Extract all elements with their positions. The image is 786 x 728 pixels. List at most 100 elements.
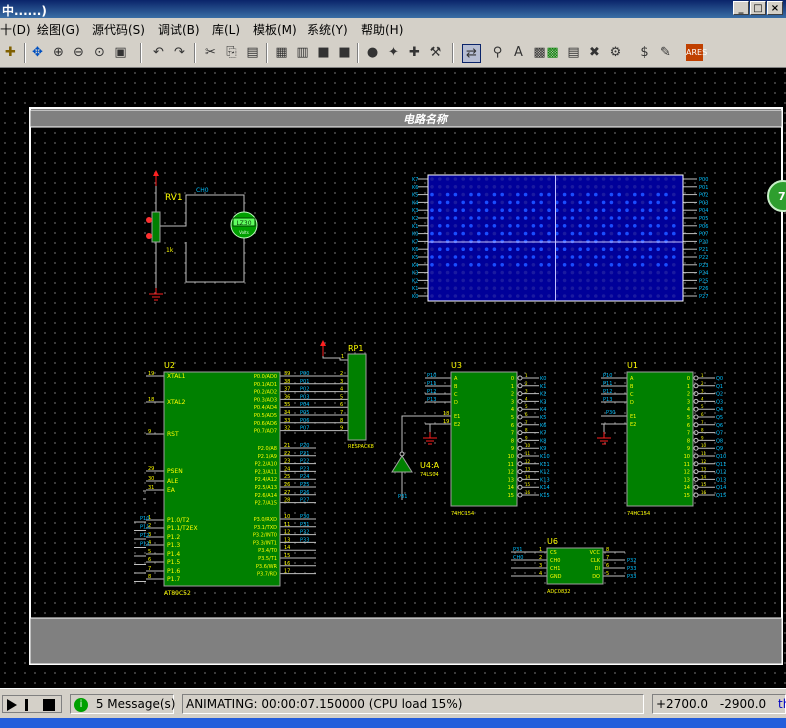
u2-pin-number: 5: [148, 549, 151, 555]
menu-item-library[interactable]: 库(L): [212, 21, 240, 38]
erc-report-icon[interactable]: ✎: [657, 44, 674, 61]
menu-item-file[interactable]: 十(D): [0, 21, 31, 38]
decoder-u1-pin-number: 10: [684, 454, 690, 460]
decoder-u1-output-net: Q9: [716, 446, 723, 452]
schematic-canvas[interactable]: 电路名称 RV1 1k CH0 LZ30 Volts K7 K6 K5 K4 K3 K2 K1 K0 K7…: [0, 68, 786, 688]
decompose-icon[interactable]: ⚒: [427, 44, 444, 61]
u2-pin-number: 7: [148, 566, 151, 572]
matrix-dot: [523, 208, 528, 212]
decoder-u3-output-net: K7: [540, 431, 546, 437]
u6-pin-name: CH0: [550, 558, 560, 564]
decoder-u3-pin-number: 6: [511, 423, 514, 429]
potentiometer-rv1: [151, 211, 161, 243]
matrix-dot: [609, 270, 614, 275]
side-badge[interactable]: 70: [767, 180, 786, 212]
play-icon[interactable]: [7, 699, 17, 711]
close-button[interactable]: ×: [767, 1, 783, 15]
matrix-dot: [601, 270, 606, 275]
remove-sheet-icon[interactable]: ✖: [586, 44, 603, 61]
block-copy-icon[interactable]: ▦: [273, 44, 290, 61]
block-rotate-icon[interactable]: ■: [315, 44, 332, 61]
search-icon[interactable]: ⚲: [489, 44, 506, 61]
matrix-dot: [664, 270, 668, 275]
menu-item-template[interactable]: 模板(M): [253, 21, 297, 38]
matrix-dot: [625, 278, 629, 283]
matrix-dot: [453, 231, 458, 236]
matrix-dot: [445, 192, 450, 197]
decoder-u1-pin-name: A: [630, 376, 634, 382]
undo-icon[interactable]: ↶: [150, 44, 167, 61]
u2-pin-number: 17: [284, 569, 290, 575]
matrix-dot: [547, 208, 551, 212]
matrix-dot: [656, 192, 660, 197]
zoom-in-icon[interactable]: ⊕: [50, 44, 67, 61]
make-device-icon[interactable]: ✦: [385, 44, 402, 61]
minimize-button[interactable]: _: [733, 1, 749, 15]
matrix-dot: [562, 270, 567, 275]
matrix-dot: [453, 263, 458, 267]
wire-autorouter-icon[interactable]: ⇄: [462, 44, 481, 63]
matrix-dot: [609, 208, 614, 212]
matrix-dot: [523, 286, 528, 290]
decoder-u1-output-net: Q8: [716, 438, 723, 444]
block-delete-icon[interactable]: ■: [336, 44, 353, 61]
matrix-dot: [640, 216, 645, 220]
block-move-icon[interactable]: ▥: [294, 44, 311, 61]
maximize-button[interactable]: □: [750, 1, 766, 15]
matrix-dot: [531, 263, 536, 267]
decoder-u1-output-net: Q15: [716, 493, 726, 499]
electrical-check-icon[interactable]: ⚙: [607, 44, 624, 61]
copy-icon[interactable]: ⎘: [223, 44, 240, 61]
menu-item-system[interactable]: 系统(Y): [307, 21, 348, 38]
menu-item-help[interactable]: 帮助(H): [361, 21, 403, 38]
matrix-dot: [656, 231, 660, 236]
matrix-right-pin: P04: [699, 208, 708, 214]
decoder-u3-pin-index: 9: [525, 435, 528, 440]
cut-icon[interactable]: ✂: [202, 44, 219, 61]
redo-icon[interactable]: ↷: [171, 44, 188, 61]
matrix-dot: [656, 278, 660, 283]
matrix-dot: [672, 270, 676, 275]
matrix-dot: [594, 185, 598, 189]
pan-icon[interactable]: ✥: [29, 44, 46, 61]
property-assign-icon[interactable]: A: [510, 44, 527, 61]
decoder-u1-pin-name: E2: [630, 422, 636, 428]
zoom-area-icon[interactable]: ▣: [112, 44, 129, 61]
matrix-dot: [672, 200, 676, 205]
netlist-icon[interactable]: ▩: [544, 44, 561, 61]
u2-pin-number: 37: [284, 387, 290, 393]
stop-icon[interactable]: [43, 699, 55, 711]
ares-icon[interactable]: ARES: [686, 44, 707, 61]
matrix-dot: [531, 286, 536, 290]
decoder-u1-pin-index: 16: [701, 490, 707, 495]
matrix-dot: [508, 263, 512, 267]
matrix-dot: [633, 270, 637, 275]
messages-panel[interactable]: i 5 Message(s): [70, 694, 176, 714]
menu-item-debug[interactable]: 调试(B): [158, 21, 200, 38]
bom-report-icon[interactable]: $: [636, 44, 653, 61]
package-tool-icon[interactable]: ✚: [406, 44, 423, 61]
matrix-dot: [648, 192, 653, 197]
matrix-dot: [578, 177, 582, 181]
matrix-dot: [531, 224, 536, 228]
bill-of-materials-icon[interactable]: ▤: [565, 44, 582, 61]
zoom-all-icon[interactable]: ⊙: [91, 44, 108, 61]
menu-item-draw[interactable]: 绘图(G): [37, 21, 80, 38]
matrix-dot: [601, 192, 606, 197]
u2-net-label: P23: [300, 466, 309, 472]
paste-icon[interactable]: ▤: [244, 44, 261, 61]
u2-pin-number: 21: [284, 443, 290, 449]
pause-icon[interactable]: [25, 699, 28, 711]
matrix-dot: [430, 239, 434, 244]
origin-icon[interactable]: ✚: [2, 44, 19, 61]
pick-device-icon[interactable]: ●: [364, 44, 381, 61]
matrix-dot: [477, 200, 481, 205]
matrix-dot: [578, 192, 582, 197]
decoder-u1-pin-number: 6: [687, 423, 690, 429]
matrix-right-pin: P20: [699, 239, 708, 245]
matrix-dot: [586, 224, 590, 228]
zoom-out-icon[interactable]: ⊖: [70, 44, 87, 61]
u2-pin-name: P3.5/T1: [258, 556, 277, 562]
menu-item-source[interactable]: 源代码(S): [92, 21, 145, 38]
decoder-u1-input-net: P10: [603, 373, 612, 379]
